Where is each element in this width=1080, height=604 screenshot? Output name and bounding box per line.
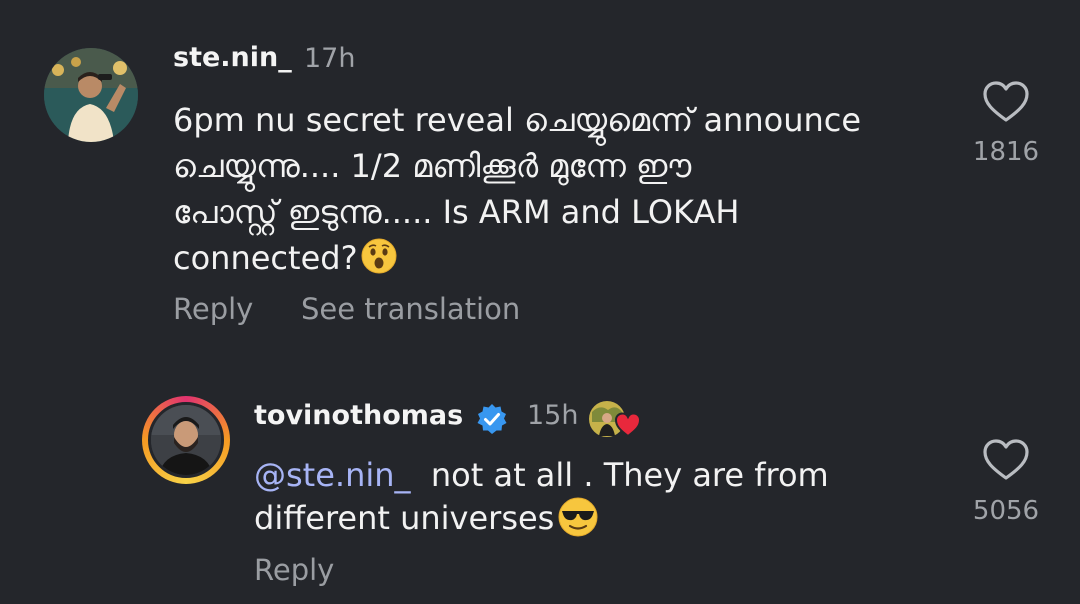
reply-text-line: different universes bbox=[254, 497, 934, 540]
verified-badge-icon bbox=[474, 402, 510, 438]
comment-text-line: പോസ്റ്റ് ഇടുന്നു..... Is ARM and LOKAH bbox=[173, 193, 740, 231]
reply-button[interactable]: Reply bbox=[173, 292, 253, 326]
replier-avatar[interactable] bbox=[148, 402, 224, 478]
like-count: 1816 bbox=[972, 137, 1040, 167]
see-translation-button[interactable]: See translation bbox=[301, 292, 520, 326]
replier-username[interactable]: tovinothomas bbox=[254, 400, 463, 431]
like-heart-icon[interactable] bbox=[982, 438, 1030, 482]
comment-text-line: connected? bbox=[173, 235, 943, 281]
reply-timestamp: 15h bbox=[527, 400, 579, 431]
reply-button[interactable]: Reply bbox=[254, 553, 334, 587]
comment-text-line: ചെയ്യുന്നു.... 1/2 മണിക്കൂർ മുന്നേ ഈ bbox=[173, 147, 692, 185]
commenter-username[interactable]: ste.nin_ bbox=[173, 42, 292, 73]
reply-text: @ste.nin_ not at all . They are from dif… bbox=[254, 454, 934, 540]
mention-link[interactable]: @ste.nin_ bbox=[254, 456, 411, 494]
like-count: 5056 bbox=[972, 496, 1040, 526]
commenter-avatar[interactable] bbox=[44, 48, 138, 142]
comment-text-line: 6pm nu secret reveal ചെയ്യുമെന്ന് announ… bbox=[173, 101, 862, 139]
comment-timestamp: 17h bbox=[304, 43, 356, 74]
like-heart-icon[interactable] bbox=[982, 80, 1030, 124]
comment-text: 6pm nu secret reveal ചെയ്യുമെന്ന് announ… bbox=[173, 97, 943, 281]
hushed-face-emoji-icon bbox=[361, 238, 397, 274]
reply-text-line: @ste.nin_ not at all . They are from bbox=[254, 454, 934, 497]
smiling-face-with-sunglasses-emoji-icon bbox=[558, 497, 598, 537]
reply-text-segment: not at all . They are from bbox=[430, 456, 829, 494]
creator-liked-heart-icon bbox=[586, 398, 650, 442]
reply-text-segment: different universes bbox=[254, 499, 555, 537]
comment-text-line-end: connected? bbox=[173, 239, 358, 277]
